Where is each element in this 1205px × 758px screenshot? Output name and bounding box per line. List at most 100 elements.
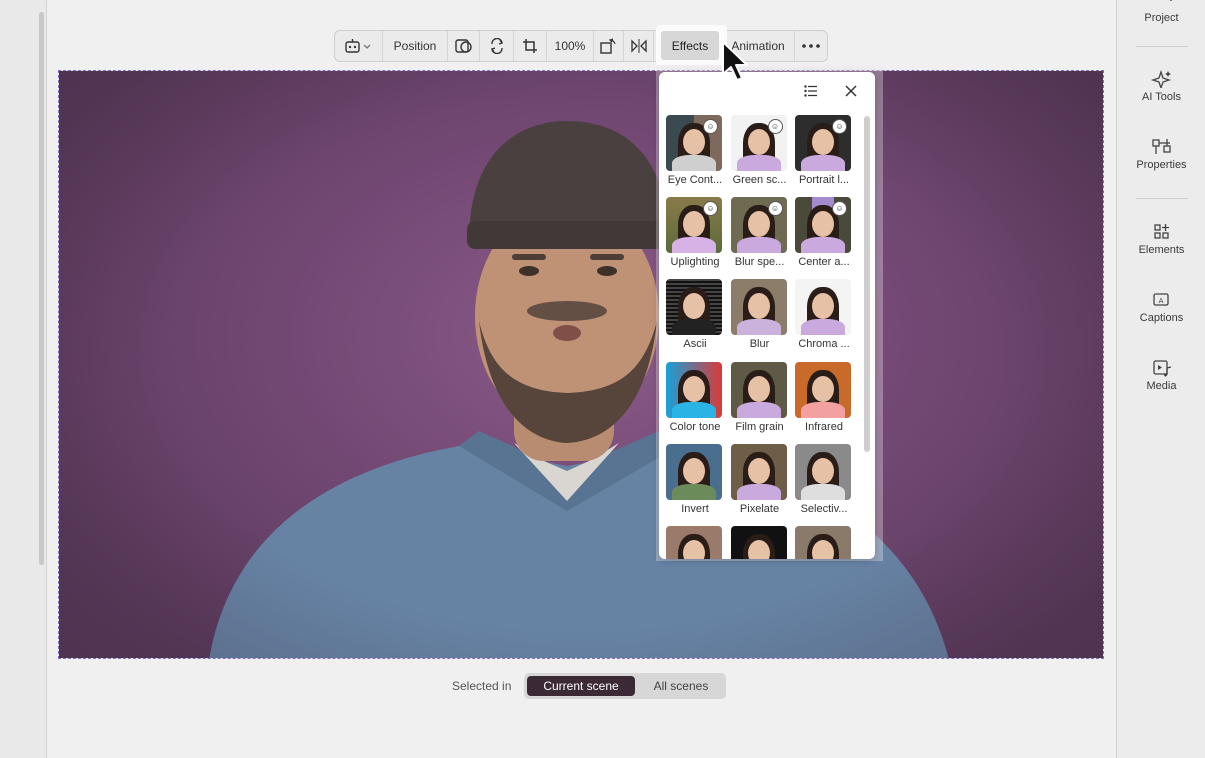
thumb-body: [672, 483, 716, 500]
replace-icon: [490, 38, 503, 54]
current-scene-button[interactable]: Current scene: [527, 676, 635, 696]
flip-button[interactable]: [624, 31, 654, 61]
effects-button[interactable]: Effects: [661, 31, 719, 60]
effect-thumbnail: [795, 443, 851, 500]
rotate-button[interactable]: [594, 31, 624, 61]
shapes-icon: [1154, 224, 1169, 239]
thumb-face: [812, 457, 834, 484]
effects-label: Effects: [671, 38, 709, 53]
zoom-button[interactable]: 100%: [547, 31, 594, 61]
thumb-body: [736, 155, 781, 171]
sidebar-item-label: Properties: [1136, 159, 1187, 171]
thumb-face: [747, 129, 770, 155]
effect-tile[interactable]: ☺ Eye Cont...: [666, 115, 724, 186]
effect-label: Selectiv...: [800, 502, 848, 515]
thumb-face: [683, 457, 705, 484]
close-icon[interactable]: [845, 85, 857, 97]
thumb-body: [672, 319, 716, 336]
video-canvas[interactable]: [58, 70, 1104, 659]
rotate-icon: [599, 38, 616, 54]
crop-button[interactable]: [514, 31, 547, 61]
effect-tile[interactable]: [730, 526, 789, 559]
thumb-face: [747, 540, 770, 559]
sidebar-item-captions[interactable]: A Captions: [1117, 291, 1205, 324]
zoom-label: 100%: [554, 39, 586, 53]
thumb-body: [801, 319, 845, 336]
position-button[interactable]: Position: [383, 31, 448, 61]
sidebar-item-label: AI Tools: [1142, 91, 1181, 103]
effect-tile[interactable]: [795, 526, 853, 559]
effect-label: Pixelate: [739, 502, 780, 515]
effects-panel-scrollbar[interactable]: [864, 116, 870, 452]
effect-tile[interactable]: Blur: [730, 279, 789, 350]
thumb-face: [812, 211, 834, 238]
mask-button[interactable]: [448, 31, 480, 61]
element-toolbar: Position 100% Animation: [334, 30, 828, 62]
sidebar-item-elements[interactable]: Elements: [1117, 223, 1205, 256]
thumb-face: [747, 457, 770, 484]
effect-label: Color tone: [669, 420, 721, 433]
effect-tile[interactable]: [666, 526, 724, 559]
list-view-icon[interactable]: [804, 85, 818, 97]
effect-tile[interactable]: Color tone: [666, 361, 724, 433]
media-icon: [1153, 360, 1172, 377]
effect-label: Infrared: [805, 420, 843, 433]
thumb-face: [812, 129, 834, 155]
position-label: Position: [393, 39, 437, 53]
effect-thumbnail: [795, 279, 851, 336]
ai-assistant-button[interactable]: [335, 31, 383, 61]
sidebar-item-properties[interactable]: Properties: [1117, 138, 1205, 171]
effect-thumbnail: ☺: [795, 197, 851, 254]
effect-tile[interactable]: ☺ Blur spe...: [730, 197, 789, 268]
effect-tile[interactable]: Ascii: [666, 279, 724, 350]
thumb-body: [801, 155, 845, 171]
sidebar-divider: [1136, 198, 1188, 199]
sidebar-item-label: Elements: [1138, 244, 1185, 256]
sidebar-item-ai-tools[interactable]: AI Tools: [1117, 70, 1205, 103]
sidebar-divider: [1136, 46, 1188, 47]
effect-tile[interactable]: ☺ Uplighting: [666, 197, 724, 268]
more-options-button[interactable]: [795, 31, 827, 61]
thumb-body: [801, 483, 845, 500]
selected-in-label: Selected in: [452, 679, 512, 693]
effect-tile[interactable]: ☺ Green sc...: [730, 115, 789, 186]
effect-tile[interactable]: Chroma ...: [795, 279, 853, 350]
effect-tile[interactable]: Infrared: [795, 361, 853, 433]
effect-thumbnail: ☺: [666, 197, 722, 254]
effect-thumbnail: [666, 526, 722, 559]
effect-thumbnail: [730, 279, 787, 336]
effect-tile[interactable]: Invert: [666, 443, 724, 515]
effect-tile[interactable]: Pixelate: [730, 443, 789, 515]
thumb-face: [812, 540, 834, 559]
effect-label: Chroma ...: [798, 338, 850, 351]
effect-label: Center a...: [798, 256, 850, 269]
all-scenes-button[interactable]: All scenes: [640, 676, 722, 696]
effect-thumbnail: ☺: [730, 197, 787, 254]
sidebar-item-media[interactable]: Media: [1117, 359, 1205, 392]
left-scrollbar[interactable]: [39, 12, 44, 565]
dim-overlay: [59, 71, 1103, 658]
effect-thumbnail: [666, 361, 722, 418]
effect-label: Eye Cont...: [667, 174, 723, 186]
thumb-face: [812, 375, 834, 402]
effect-thumbnail: [795, 526, 851, 559]
thumb-body: [672, 401, 716, 418]
mouse-cursor-icon: [722, 41, 748, 81]
effect-tile[interactable]: ☺ Portrait l...: [795, 115, 853, 186]
sidebar-item-project[interactable]: Project: [1117, 0, 1205, 24]
effect-label: Portrait l...: [798, 174, 850, 186]
ai-badge-icon: ☺: [767, 201, 783, 217]
sparkle-icon: [1150, 70, 1172, 88]
replace-button[interactable]: [480, 31, 514, 61]
effect-thumbnail: ☺: [795, 115, 851, 171]
thumb-body: [672, 155, 716, 171]
effect-label: Ascii: [683, 338, 707, 351]
effect-tile[interactable]: ☺ Center a...: [795, 197, 853, 268]
effect-tile[interactable]: Film grain: [730, 361, 789, 433]
effect-thumbnail: [730, 443, 787, 500]
thumb-face: [683, 211, 705, 238]
effect-tile[interactable]: Selectiv...: [795, 443, 853, 515]
all-scenes-label: All scenes: [653, 679, 709, 693]
thumb-body: [801, 401, 845, 418]
effect-label: Film grain: [735, 420, 784, 433]
